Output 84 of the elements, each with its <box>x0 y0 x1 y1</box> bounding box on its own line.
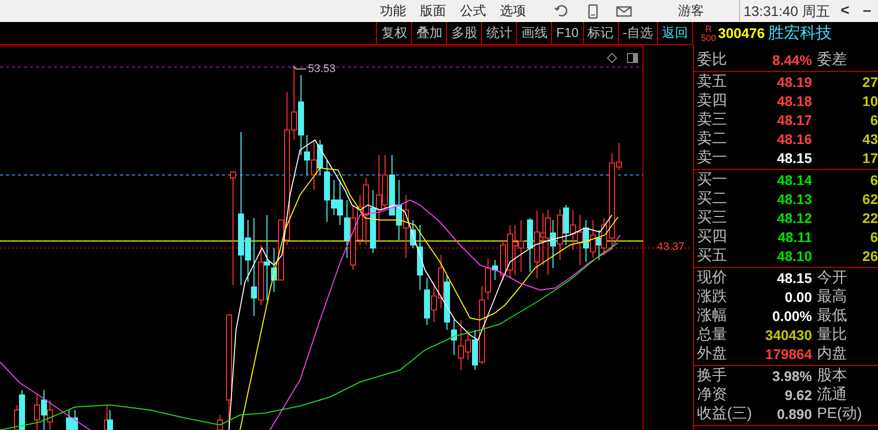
menu-item[interactable]: 版面 <box>420 1 446 21</box>
row-value: 0.00% <box>771 307 812 326</box>
row-label: 卖三 <box>696 110 728 130</box>
row-value: 48.11 <box>776 228 812 247</box>
phone-icon[interactable] <box>588 4 598 18</box>
row-value: 48.15 <box>776 269 812 288</box>
menu-item[interactable]: 公式 <box>460 1 486 21</box>
window-control-button[interactable]: – <box>856 0 878 22</box>
row-label: 总量 <box>696 325 728 346</box>
user-name[interactable]: 游客 <box>678 1 704 21</box>
row-label: 量比 <box>817 325 847 346</box>
row-label: 委差 <box>817 50 847 70</box>
row-label: 换手 <box>696 366 728 386</box>
row-label: 外盘 <box>696 344 728 364</box>
row-label: 收益(三) <box>696 404 753 424</box>
row-value: 0.890 <box>776 405 812 424</box>
row-value: 48.13 <box>776 190 812 209</box>
index-label: R 500 <box>701 24 716 42</box>
order-volume: 6 <box>870 171 878 190</box>
price-axis-label: 43.37 <box>657 242 685 253</box>
row-label: 买一 <box>696 170 728 190</box>
row-value: 8.44% <box>771 51 812 70</box>
toolbar-tab[interactable]: -自选 <box>618 22 657 44</box>
row-label: 最低 <box>817 306 847 326</box>
order-volume: 43 <box>862 130 878 149</box>
row-label: 委比 <box>696 50 728 70</box>
window-control-button[interactable]: < <box>834 0 856 22</box>
toolbar-tab[interactable]: 返回 <box>657 22 693 44</box>
row-label: 今开 <box>817 268 847 288</box>
panel-toggle-icon[interactable] <box>627 53 638 63</box>
toolbar-tab[interactable]: 标记 <box>582 22 618 44</box>
row-label: 涨幅 <box>696 306 728 326</box>
row-value: 48.15 <box>776 149 812 168</box>
row-label: 流通 <box>817 385 847 406</box>
row-label: 买三 <box>696 208 728 228</box>
row-label: 涨跌 <box>696 287 728 308</box>
row-value: 48.16 <box>776 130 812 149</box>
order-volume: 22 <box>862 209 878 228</box>
row-value: 48.12 <box>776 209 812 228</box>
diamond-icon[interactable] <box>607 53 617 63</box>
row-label: 现价 <box>696 268 728 288</box>
toolbar-tab[interactable]: 统计 <box>481 22 516 44</box>
row-value: 48.10 <box>776 247 812 266</box>
row-value: 179864 <box>764 345 812 364</box>
row-label: 卖二 <box>696 129 728 150</box>
row-label: 买五 <box>696 246 728 266</box>
menu-item[interactable]: 选项 <box>500 1 526 21</box>
stock-code: 300476 <box>718 24 765 43</box>
row-label: 卖四 <box>696 91 728 112</box>
order-volume: 10 <box>862 92 878 111</box>
menu-item[interactable]: 功能 <box>380 1 406 21</box>
toolbar-tab[interactable]: 画线 <box>516 22 552 44</box>
row-label: PE(动) <box>817 404 862 424</box>
order-volume: 27 <box>862 73 878 92</box>
row-value: 340430 <box>764 326 812 345</box>
order-volume: 6 <box>870 111 878 130</box>
row-label: 买二 <box>696 189 728 210</box>
toolbar-tab[interactable]: 多股 <box>446 22 482 44</box>
row-value: 48.14 <box>776 171 812 190</box>
row-label: 买四 <box>696 227 728 248</box>
toolbar-tab[interactable]: 复权 <box>376 22 412 44</box>
row-label: 内盘 <box>817 344 847 364</box>
row-value: 48.19 <box>776 73 812 92</box>
row-value: 0.00 <box>784 288 812 307</box>
order-volume: 62 <box>862 190 878 209</box>
toolbar-tab[interactable]: F10 <box>551 22 583 44</box>
row-value: 9.62 <box>784 386 812 405</box>
row-value: 3.98% <box>771 367 812 386</box>
row-value: 48.17 <box>776 111 812 130</box>
order-volume: 17 <box>862 149 878 168</box>
high-price-label: 53.53 <box>308 64 336 75</box>
row-label: 股本 <box>817 366 847 386</box>
row-value: 48.18 <box>776 92 812 111</box>
toolbar-tab[interactable]: 叠加 <box>411 22 446 44</box>
leader-line <box>292 66 306 70</box>
row-label: 最高 <box>817 287 847 308</box>
envelope-icon[interactable] <box>616 5 632 17</box>
refresh-icon[interactable] <box>554 4 570 18</box>
row-label: 净资 <box>696 385 728 406</box>
order-volume: 6 <box>870 228 878 247</box>
row-label: 卖一 <box>696 148 728 168</box>
row-label: 卖五 <box>696 72 728 92</box>
order-volume: 26 <box>862 247 878 266</box>
stock-name: 胜宏科技 <box>768 24 832 44</box>
